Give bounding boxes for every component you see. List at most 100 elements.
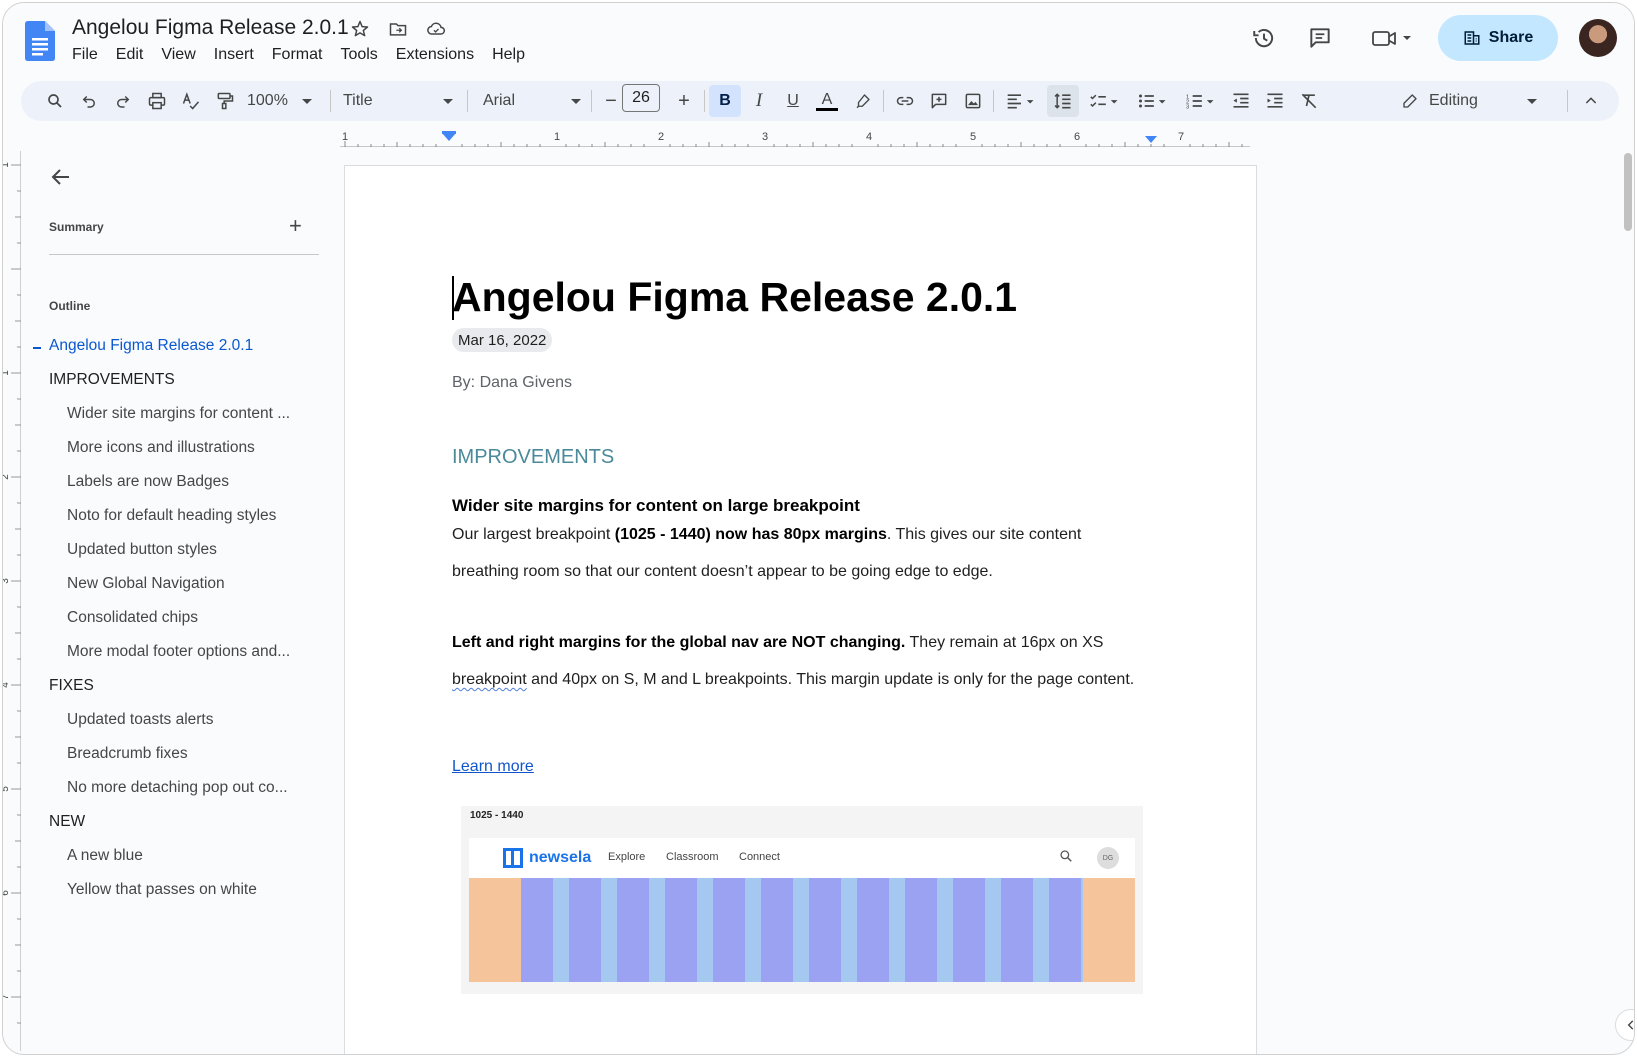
doc-title-field[interactable]: Angelou Figma Release 2.0.1 <box>72 16 349 40</box>
indent-increase-icon[interactable] <box>1259 85 1291 117</box>
print-icon[interactable] <box>141 85 173 117</box>
chevron-down-icon <box>571 98 581 104</box>
text-color-button[interactable]: A <box>811 85 843 117</box>
outline-item[interactable]: Labels are now Badges <box>67 473 229 491</box>
grid-margin <box>469 878 521 982</box>
side-panel-toggle[interactable] <box>1615 1009 1634 1041</box>
clear-formatting-icon[interactable] <box>1293 85 1325 117</box>
ruler-label: 5 <box>970 131 976 143</box>
menu-insert[interactable]: Insert <box>214 46 254 64</box>
outline-item[interactable]: NEW <box>49 813 85 831</box>
outline-item[interactable]: Wider site margins for content ... <box>67 405 290 423</box>
embedded-image[interactable]: 1025 - 1440 newsela Explore Classroom Co… <box>461 806 1143 994</box>
paint-format-icon[interactable] <box>209 85 241 117</box>
embed-nav-link: Connect <box>739 851 780 863</box>
ruler-label: 3 <box>762 131 768 143</box>
paragraph-text: They remain at 16px on XS <box>905 634 1104 651</box>
outline-item[interactable]: Consolidated chips <box>67 609 198 627</box>
menu-file[interactable]: File <box>72 46 98 64</box>
share-button[interactable]: Share <box>1438 15 1558 61</box>
image-icon[interactable] <box>957 85 989 117</box>
back-arrow-icon[interactable] <box>49 165 73 189</box>
account-avatar[interactable] <box>1579 19 1617 57</box>
top-ruler[interactable]: 1 1 2 3 4 5 6 7 <box>340 131 1250 147</box>
subheading[interactable]: Wider site margins for content on large … <box>452 496 860 516</box>
increase-font-size-icon[interactable]: + <box>672 85 696 117</box>
menu-extensions[interactable]: Extensions <box>396 46 474 64</box>
outline-item[interactable]: Updated toasts alerts <box>67 711 213 729</box>
misspelled-word[interactable]: breakpoint <box>452 671 527 688</box>
undo-icon[interactable] <box>73 85 105 117</box>
building-icon <box>1464 31 1480 45</box>
font-family-select[interactable]: Arial <box>483 85 583 117</box>
bold-button[interactable]: B <box>709 85 741 117</box>
toolbar-divider <box>704 90 705 112</box>
section-heading[interactable]: IMPROVEMENTS <box>452 446 614 469</box>
zoom-select[interactable]: 100% <box>247 85 319 117</box>
search-menus-icon[interactable] <box>39 85 71 117</box>
checklist-icon[interactable] <box>1083 85 1127 117</box>
link-icon[interactable] <box>889 85 921 117</box>
paragraph-style-select[interactable]: Title <box>343 85 459 117</box>
spellcheck-icon[interactable] <box>175 85 207 117</box>
outline-item[interactable]: Yellow that passes on white <box>67 881 257 899</box>
star-icon[interactable] <box>348 17 372 41</box>
bulleted-list-icon[interactable] <box>1131 85 1175 117</box>
left-indent-marker[interactable] <box>442 133 456 141</box>
meet-icon[interactable] <box>1365 18 1421 58</box>
highlight-icon[interactable] <box>847 85 879 117</box>
right-indent-marker[interactable] <box>1145 136 1157 143</box>
collapse-up-icon[interactable] <box>1575 85 1607 117</box>
font-size-input[interactable]: 26 <box>622 84 660 112</box>
left-ruler[interactable]: 1 1 2 3 4 5 6 7 <box>3 151 21 1051</box>
numbered-list-icon[interactable]: 123 <box>1179 85 1223 117</box>
cloud-saved-icon[interactable] <box>424 17 448 41</box>
document-outline-panel: Summary + Outline Angelou Figma Release … <box>21 151 341 1051</box>
document-title[interactable]: Angelou Figma Release 2.0.1 <box>452 274 1017 321</box>
outline-item[interactable]: Breadcrumb fixes <box>67 745 188 763</box>
chevron-down-icon <box>1527 98 1537 104</box>
left-ruler-label: 1 <box>3 370 11 376</box>
outline-item[interactable]: A new blue <box>67 847 143 865</box>
vertical-scrollbar[interactable] <box>1624 153 1632 231</box>
underline-button[interactable]: U <box>777 85 809 117</box>
add-summary-button[interactable]: + <box>289 213 302 239</box>
decrease-font-size-icon[interactable]: − <box>599 85 623 117</box>
document-page[interactable]: Angelou Figma Release 2.0.1 Mar 16, 2022… <box>344 165 1257 1054</box>
outline-item[interactable]: Updated button styles <box>67 541 217 559</box>
outline-item[interactable]: IMPROVEMENTS <box>49 371 175 389</box>
menu-view[interactable]: View <box>161 46 195 64</box>
outline-item[interactable]: Noto for default heading styles <box>67 507 276 525</box>
indent-decrease-icon[interactable] <box>1225 85 1257 117</box>
left-ruler-label: 5 <box>3 786 11 792</box>
menu-format[interactable]: Format <box>272 46 323 64</box>
outline-item[interactable]: More icons and illustrations <box>67 439 255 457</box>
byline[interactable]: By: Dana Givens <box>452 374 572 392</box>
align-left-icon[interactable] <box>999 85 1043 117</box>
outline-item[interactable]: FIXES <box>49 677 94 695</box>
outline-item[interactable]: More modal footer options and... <box>67 643 290 661</box>
comments-icon[interactable] <box>1300 18 1340 58</box>
paragraph[interactable]: Left and right margins for the global na… <box>452 624 1152 698</box>
italic-button[interactable]: I <box>743 85 775 117</box>
redo-icon[interactable] <box>107 85 139 117</box>
paragraph-bold-text: Left and right margins for the global na… <box>452 634 906 651</box>
comment-add-icon[interactable] <box>923 85 955 117</box>
learn-more-link[interactable]: Learn more <box>452 758 534 776</box>
toolbar-divider <box>591 90 592 112</box>
editing-mode-select[interactable]: Editing <box>1401 85 1551 117</box>
move-folder-icon[interactable] <box>386 17 410 41</box>
docs-logo-icon[interactable] <box>25 21 55 61</box>
line-spacing-icon[interactable] <box>1047 85 1079 117</box>
outline-item[interactable]: No more detaching pop out co... <box>67 779 288 797</box>
version-history-icon[interactable] <box>1244 18 1284 58</box>
style-value: Title <box>343 92 373 109</box>
outline-item[interactable]: Angelou Figma Release 2.0.1 <box>49 337 253 355</box>
menu-edit[interactable]: Edit <box>116 46 144 64</box>
outline-item[interactable]: New Global Navigation <box>67 575 225 593</box>
menu-help[interactable]: Help <box>492 46 525 64</box>
paragraph[interactable]: Our largest breakpoint (1025 - 1440) now… <box>452 516 1152 590</box>
grid-column <box>569 878 601 982</box>
date-chip[interactable]: Mar 16, 2022 <box>452 328 553 352</box>
menu-tools[interactable]: Tools <box>340 46 377 64</box>
